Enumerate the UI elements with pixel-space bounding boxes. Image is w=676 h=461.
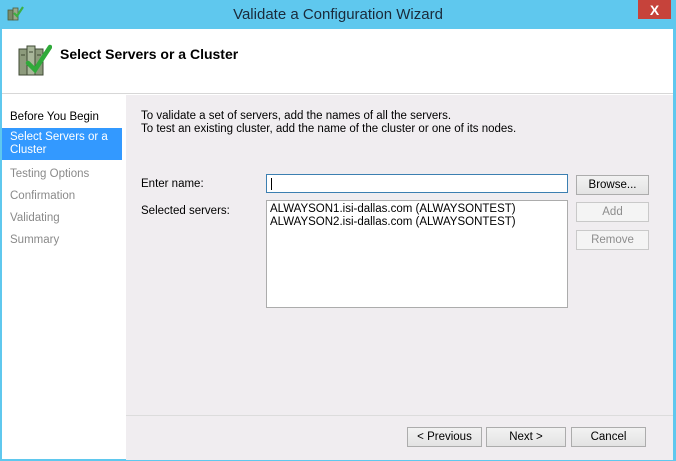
instructions: To validate a set of servers, add the na… — [141, 110, 516, 136]
add-button[interactable]: Add — [576, 202, 649, 222]
list-item[interactable]: ALWAYSON1.isi-dallas.com (ALWAYSONTEST) — [270, 203, 564, 216]
selected-servers-list[interactable]: ALWAYSON1.isi-dallas.com (ALWAYSONTEST) … — [266, 200, 568, 308]
enter-name-input[interactable] — [266, 174, 568, 193]
wizard-footer: < Previous Next > Cancel — [126, 415, 673, 460]
step-summary: Summary — [10, 234, 60, 246]
wizard-content: To validate a set of servers, add the na… — [126, 95, 673, 415]
title-bar: Validate a Configuration Wizard X — [0, 0, 676, 29]
wizard-header: Select Servers or a Cluster — [2, 29, 673, 94]
remove-button[interactable]: Remove — [576, 230, 649, 250]
window-title: Validate a Configuration Wizard — [233, 6, 443, 23]
wizard-window: Select Servers or a Cluster Before You B… — [2, 29, 673, 460]
instruction-line-2: To test an existing cluster, add the nam… — [141, 123, 517, 135]
step-confirmation: Confirmation — [10, 190, 76, 202]
close-button[interactable]: X — [638, 0, 671, 19]
next-button[interactable]: Next > — [486, 427, 566, 447]
previous-button[interactable]: < Previous — [407, 427, 482, 447]
step-select-servers[interactable]: Select Servers or a Cluster — [2, 128, 122, 160]
step-testing-options: Testing Options — [10, 168, 90, 180]
step-validating: Validating — [10, 212, 60, 224]
selected-servers-label: Selected servers: — [141, 205, 230, 217]
cancel-button[interactable]: Cancel — [571, 427, 646, 447]
server-validation-icon — [18, 44, 52, 76]
step-before-you-begin[interactable]: Before You Begin — [2, 111, 122, 124]
instruction-line-1: To validate a set of servers, add the na… — [141, 110, 452, 122]
close-icon: X — [649, 1, 660, 18]
text-caret — [271, 178, 272, 190]
enter-name-label: Enter name: — [141, 178, 204, 190]
page-title: Select Servers or a Cluster — [60, 46, 239, 62]
list-item[interactable]: ALWAYSON2.isi-dallas.com (ALWAYSONTEST) — [270, 216, 564, 229]
browse-button[interactable]: Browse... — [576, 175, 649, 195]
wizard-steps: Before You Begin Select Servers or a Clu… — [2, 95, 124, 459]
